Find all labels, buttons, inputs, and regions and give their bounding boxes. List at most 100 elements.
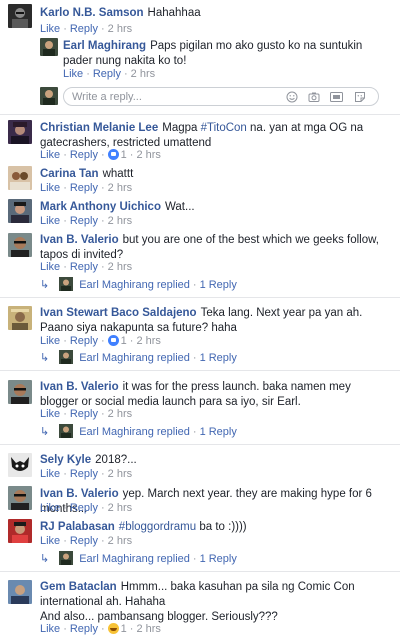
like-link[interactable]: Like: [40, 335, 60, 347]
reply-link[interactable]: Reply: [70, 502, 98, 514]
like-link[interactable]: Like: [40, 502, 60, 514]
timestamp[interactable]: 2 hrs: [131, 68, 155, 80]
comment-body: Ivan B. Valerio but you are one of the be…: [40, 233, 390, 263]
comment-author[interactable]: Ivan B. Valerio: [40, 381, 119, 393]
comment-body: Ivan B. Valerio it was for the press laun…: [40, 380, 390, 410]
timestamp[interactable]: 2 hrs: [108, 468, 132, 480]
avatar[interactable]: [40, 38, 58, 56]
comment-author[interactable]: Ivan B. Valerio: [40, 234, 119, 246]
current-user-avatar: [40, 87, 58, 105]
reply-link[interactable]: Reply: [70, 408, 98, 420]
comment-author[interactable]: Carina Tan: [40, 168, 99, 180]
camera-icon[interactable]: [308, 91, 320, 103]
comment-author[interactable]: RJ Palabasan: [40, 521, 115, 533]
comment-actions: Like · Reply · 2 hrs: [40, 182, 133, 194]
reply-link[interactable]: Reply: [70, 182, 98, 194]
timestamp[interactable]: 2 hrs: [108, 535, 132, 547]
reply-link[interactable]: Reply: [93, 68, 121, 80]
avatar[interactable]: [8, 233, 32, 257]
timestamp[interactable]: 2 hrs: [136, 335, 160, 347]
comment-author[interactable]: Sely Kyle: [40, 454, 91, 466]
reply-author[interactable]: Earl Maghirang: [63, 40, 146, 52]
reply-actions: Like · Reply · 2 hrs: [63, 68, 156, 80]
like-link[interactable]: Like: [40, 23, 60, 35]
avatar[interactable]: [8, 199, 32, 223]
reply-link[interactable]: Reply: [70, 468, 98, 480]
comment-author[interactable]: Mark Anthony Uichico: [40, 201, 161, 213]
avatar[interactable]: [8, 380, 32, 404]
like-link[interactable]: Like: [40, 182, 60, 194]
comment-body: Carina Tan whattt: [40, 167, 390, 182]
comment-body: Gem Bataclan Hmmm... baka kasuhan pa sila…: [40, 580, 390, 625]
like-link[interactable]: Like: [40, 261, 60, 273]
like-link[interactable]: Like: [40, 535, 60, 547]
reaction-count[interactable]: 1: [121, 149, 127, 161]
avatar: [59, 350, 74, 364]
timestamp[interactable]: 2 hrs: [136, 623, 160, 635]
comment-author[interactable]: Gem Bataclan: [40, 581, 117, 593]
like-reaction-icon[interactable]: [107, 149, 119, 160]
timestamp[interactable]: 2 hrs: [108, 408, 132, 420]
reply-link[interactable]: Reply: [70, 23, 98, 35]
write-reply-box[interactable]: [63, 87, 379, 106]
comment-author[interactable]: Christian Melanie Lee: [40, 122, 158, 134]
avatar[interactable]: [8, 519, 32, 543]
reply-link[interactable]: Reply: [70, 261, 98, 273]
divider: [0, 571, 400, 572]
view-replies-link[interactable]: ↳ Earl Maghirang replied · 1 Reply: [40, 424, 237, 440]
comment-text: 2018?...: [95, 454, 137, 466]
comment-actions: Like · Reply · 2 hrs: [40, 23, 133, 35]
reply-arrow-icon: ↳: [40, 279, 50, 291]
comment-text: Hahahhaa: [147, 7, 201, 19]
timestamp[interactable]: 2 hrs: [108, 261, 132, 273]
hashtag-link[interactable]: #bloggordramu: [119, 521, 196, 533]
avatar[interactable]: [8, 486, 32, 510]
view-replies-link[interactable]: ↳ Earl Maghirang replied · 1 Reply: [40, 350, 237, 366]
like-reaction-icon[interactable]: [107, 335, 119, 346]
comment-text: Wat...: [164, 201, 195, 213]
like-link[interactable]: Like: [40, 623, 60, 635]
like-link[interactable]: Like: [40, 149, 60, 161]
reply-arrow-icon: ↳: [40, 426, 50, 438]
avatar: [59, 551, 74, 565]
timestamp[interactable]: 2 hrs: [136, 149, 160, 161]
reply-link[interactable]: Reply: [70, 335, 98, 347]
divider: [0, 114, 400, 115]
like-link[interactable]: Like: [40, 408, 60, 420]
reaction-count[interactable]: 1: [121, 623, 127, 635]
view-replies-link[interactable]: ↳ Earl Maghirang replied · 1 Reply: [40, 277, 237, 293]
reply-link[interactable]: Reply: [70, 149, 98, 161]
gif-icon[interactable]: [330, 91, 343, 103]
avatar[interactable]: [8, 580, 32, 604]
comment-author[interactable]: Karlo N.B. Samson: [40, 7, 144, 19]
avatar[interactable]: [8, 453, 32, 477]
reply-link[interactable]: Reply: [70, 535, 98, 547]
comment-actions: Like · Reply · 1 · 2 hrs: [40, 335, 161, 347]
haha-reaction-icon[interactable]: [107, 623, 119, 634]
comment-body: Christian Melanie Lee Magpa #TitoCon na. …: [40, 122, 364, 149]
like-link[interactable]: Like: [40, 468, 60, 480]
avatar[interactable]: [8, 166, 32, 190]
avatar[interactable]: [8, 120, 32, 144]
sticker-icon[interactable]: [354, 91, 366, 103]
timestamp[interactable]: 2 hrs: [108, 23, 132, 35]
avatar[interactable]: [8, 306, 32, 330]
reply-link[interactable]: Reply: [70, 623, 98, 635]
comment-body: RJ Palabasan #bloggordramu ba to :)))): [40, 521, 247, 533]
comment-body: Karlo N.B. Samson Hahahhaa: [40, 6, 390, 21]
comment-author[interactable]: Ivan B. Valerio: [40, 488, 119, 500]
hashtag-link[interactable]: #TitoCon: [201, 122, 247, 134]
timestamp[interactable]: 2 hrs: [108, 215, 132, 227]
like-link[interactable]: Like: [63, 68, 83, 80]
reaction-count[interactable]: 1: [121, 335, 127, 347]
smiley-icon[interactable]: [286, 91, 298, 103]
comment-body: Mark Anthony Uichico Wat...: [40, 200, 390, 215]
comment-author[interactable]: Ivan Stewart Baco Saldajeno: [40, 307, 197, 319]
reply-input[interactable]: [72, 90, 272, 104]
timestamp[interactable]: 2 hrs: [108, 502, 132, 514]
reply-link[interactable]: Reply: [70, 215, 98, 227]
view-replies-link[interactable]: ↳ Earl Maghirang replied · 1 Reply: [40, 551, 237, 567]
like-link[interactable]: Like: [40, 215, 60, 227]
avatar[interactable]: [8, 4, 32, 28]
timestamp[interactable]: 2 hrs: [108, 182, 132, 194]
